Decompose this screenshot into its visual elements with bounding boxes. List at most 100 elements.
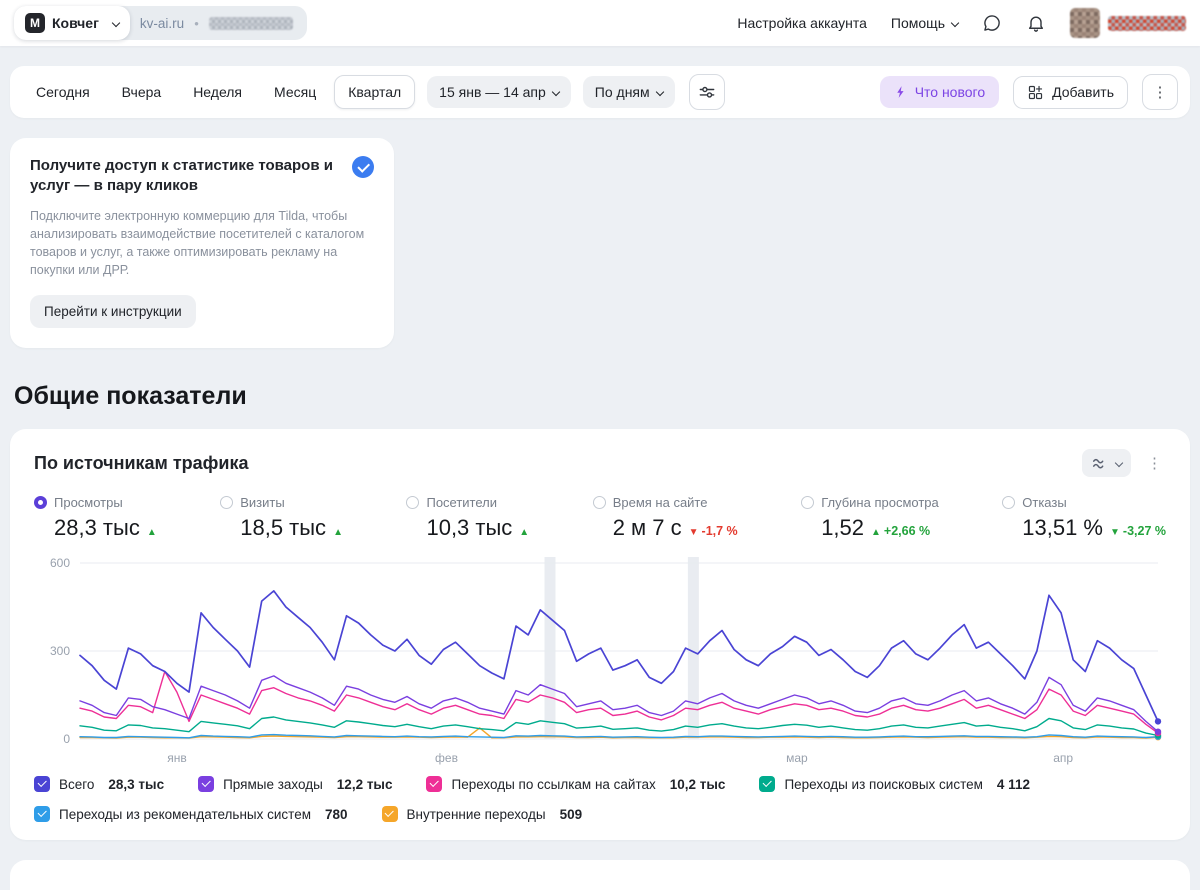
- metric-value: 10,3 тыс: [426, 515, 513, 540]
- checkbox-icon[interactable]: [198, 776, 215, 792]
- metric-bounce-rate[interactable]: Отказы 13,51 % ▼ -3,27 %: [1002, 495, 1166, 541]
- metric-value: 2 м 7 с: [612, 515, 682, 540]
- metric-visits[interactable]: Визиты 18,5 тыс ▲: [220, 495, 343, 541]
- metric-visitors[interactable]: Посетители 10,3 тыс ▲: [406, 495, 529, 541]
- metric-label: Отказы: [1022, 495, 1067, 510]
- metric-label: Просмотры: [54, 495, 123, 510]
- tab-today[interactable]: Сегодня: [22, 75, 104, 109]
- promo-title: Получите доступ к статистике товаров и у…: [30, 157, 333, 195]
- legend-value: 10,2 тыс: [669, 776, 726, 792]
- metric-radio[interactable]: [34, 496, 47, 509]
- notifications-bell-icon[interactable]: [1026, 13, 1046, 33]
- promo-cta-button[interactable]: Перейти к инструкции: [30, 295, 196, 328]
- legend-value: 12,2 тыс: [336, 776, 393, 792]
- user-account[interactable]: [1070, 8, 1186, 38]
- granularity-value: По дням: [594, 84, 650, 100]
- legend-value: 780: [325, 806, 348, 822]
- section-title: Общие показатели: [14, 382, 247, 410]
- chart-kebab-menu[interactable]: ⋮: [1143, 452, 1166, 474]
- traffic-line-chart[interactable]: 0 300 600 янв фев мар апр: [34, 553, 1166, 768]
- tab-yesterday[interactable]: Вчера: [108, 75, 176, 109]
- granularity-select[interactable]: По дням: [582, 76, 675, 108]
- help-menu[interactable]: Помощь: [891, 15, 960, 31]
- workspace-group: М Ковчег kv-ai.ru •: [14, 6, 307, 40]
- site-link[interactable]: kv-ai.ru: [140, 16, 184, 31]
- svg-text:янв: янв: [167, 751, 187, 765]
- trend-arrow-icon: ▼: [1110, 527, 1120, 538]
- add-widget-icon: [1029, 85, 1043, 99]
- chart-card-title: По источникам трафика: [34, 452, 249, 473]
- promo-description: Подключите электронную коммерцию для Til…: [30, 208, 365, 277]
- account-settings-link[interactable]: Настройка аккаунта: [737, 15, 867, 31]
- kebab-icon: ⋮: [1147, 455, 1162, 472]
- svg-text:апр: апр: [1053, 751, 1073, 765]
- svg-text:300: 300: [50, 644, 70, 658]
- legend-label: Внутренние переходы: [406, 806, 546, 822]
- metric-time-on-site[interactable]: Время на сайте 2 м 7 с ▼ -1,7 %: [592, 495, 738, 541]
- kebab-icon: ⋮: [1152, 84, 1168, 101]
- whats-new-label: Что нового: [914, 84, 986, 100]
- trend-arrow-icon: ▲: [333, 527, 343, 538]
- redacted-username: [1108, 15, 1186, 31]
- segment-filter-button[interactable]: [688, 74, 725, 110]
- checkbox-icon[interactable]: [759, 776, 776, 792]
- checkbox-icon[interactable]: [34, 806, 50, 822]
- svg-text:0: 0: [63, 732, 70, 746]
- metric-radio[interactable]: [406, 496, 420, 509]
- legend-label: Прямые заходы: [223, 776, 323, 792]
- metric-depth[interactable]: Глубина просмотра 1,52 ▲ +2,66 %: [801, 495, 939, 541]
- check-badge-icon: [352, 156, 374, 178]
- legend-item-direct[interactable]: Прямые заходы 12,2 тыс: [198, 776, 392, 792]
- metric-radio[interactable]: [1002, 496, 1016, 509]
- dot-separator: •: [194, 15, 199, 31]
- wave-chart-icon: [1092, 458, 1104, 469]
- chevron-down-icon: [1114, 458, 1124, 468]
- checkbox-icon[interactable]: [381, 806, 398, 822]
- sliders-icon: [699, 86, 715, 98]
- trend-arrow-icon: ▲: [519, 527, 530, 538]
- legend-item-recommendations[interactable]: Переходы из рекомендательных систем 780: [34, 806, 348, 822]
- promo-card: Получите доступ к статистике товаров и у…: [10, 138, 394, 348]
- legend-label: Переходы по ссылкам на сайтах: [451, 776, 656, 792]
- svg-text:фев: фев: [435, 751, 458, 765]
- trend-delta: -3,27 %: [1122, 524, 1166, 538]
- legend-label: Переходы из рекомендательных систем: [59, 806, 311, 822]
- traffic-sources-card: По источникам трафика ⋮ Просмотры 28,3 т…: [10, 429, 1190, 840]
- metric-views[interactable]: Просмотры 28,3 тыс ▲: [34, 495, 157, 541]
- legend-value: 509: [559, 806, 583, 822]
- metric-label: Глубина просмотра: [821, 495, 939, 510]
- legend-label: Переходы из поисковых систем: [784, 776, 983, 792]
- metric-radio[interactable]: [220, 496, 234, 509]
- chart-legend: Всего 28,3 тыс Прямые заходы 12,2 тыс Пе…: [34, 776, 1166, 822]
- legend-item-total[interactable]: Всего 28,3 тыс: [34, 776, 164, 792]
- checkbox-icon[interactable]: [426, 776, 443, 792]
- chat-icon[interactable]: [982, 13, 1002, 33]
- svg-text:мар: мар: [786, 751, 808, 765]
- legend-value: 4 112: [996, 776, 1030, 792]
- legend-item-internal[interactable]: Внутренние переходы 509: [381, 806, 583, 822]
- metric-value: 13,51 %: [1022, 515, 1103, 540]
- tab-week[interactable]: Неделя: [179, 75, 256, 109]
- metric-radio[interactable]: [592, 496, 606, 509]
- toolbar-kebab-menu[interactable]: ⋮: [1142, 74, 1178, 110]
- checkbox-icon[interactable]: [34, 776, 50, 792]
- add-label: Добавить: [1052, 84, 1114, 100]
- metric-radio[interactable]: [801, 496, 815, 509]
- metric-selector-row: Просмотры 28,3 тыс ▲ Визиты 18,5 тыс ▲ П…: [34, 495, 1166, 541]
- trend-delta: +2,66 %: [883, 524, 931, 538]
- chart-type-select[interactable]: [1082, 449, 1131, 477]
- add-widget-button[interactable]: Добавить: [1013, 75, 1128, 109]
- legend-item-site-links[interactable]: Переходы по ссылкам на сайтах 10,2 тыс: [426, 776, 725, 792]
- metrica-logo-icon: М: [25, 13, 45, 33]
- date-range-picker[interactable]: 15 янв — 14 апр: [427, 76, 571, 108]
- legend-item-search[interactable]: Переходы из поисковых систем 4 112: [759, 776, 1030, 792]
- tab-month[interactable]: Месяц: [260, 75, 330, 109]
- whats-new-button[interactable]: Что нового: [879, 76, 1000, 108]
- workspace-name: Ковчег: [52, 15, 99, 31]
- workspace-switcher[interactable]: М Ковчег: [14, 6, 130, 40]
- trend-arrow-icon: ▼: [688, 527, 699, 538]
- chevron-down-icon: [111, 18, 121, 28]
- metric-value: 1,52: [821, 515, 865, 540]
- chevron-down-icon: [655, 87, 664, 97]
- tab-quarter[interactable]: Квартал: [334, 75, 416, 109]
